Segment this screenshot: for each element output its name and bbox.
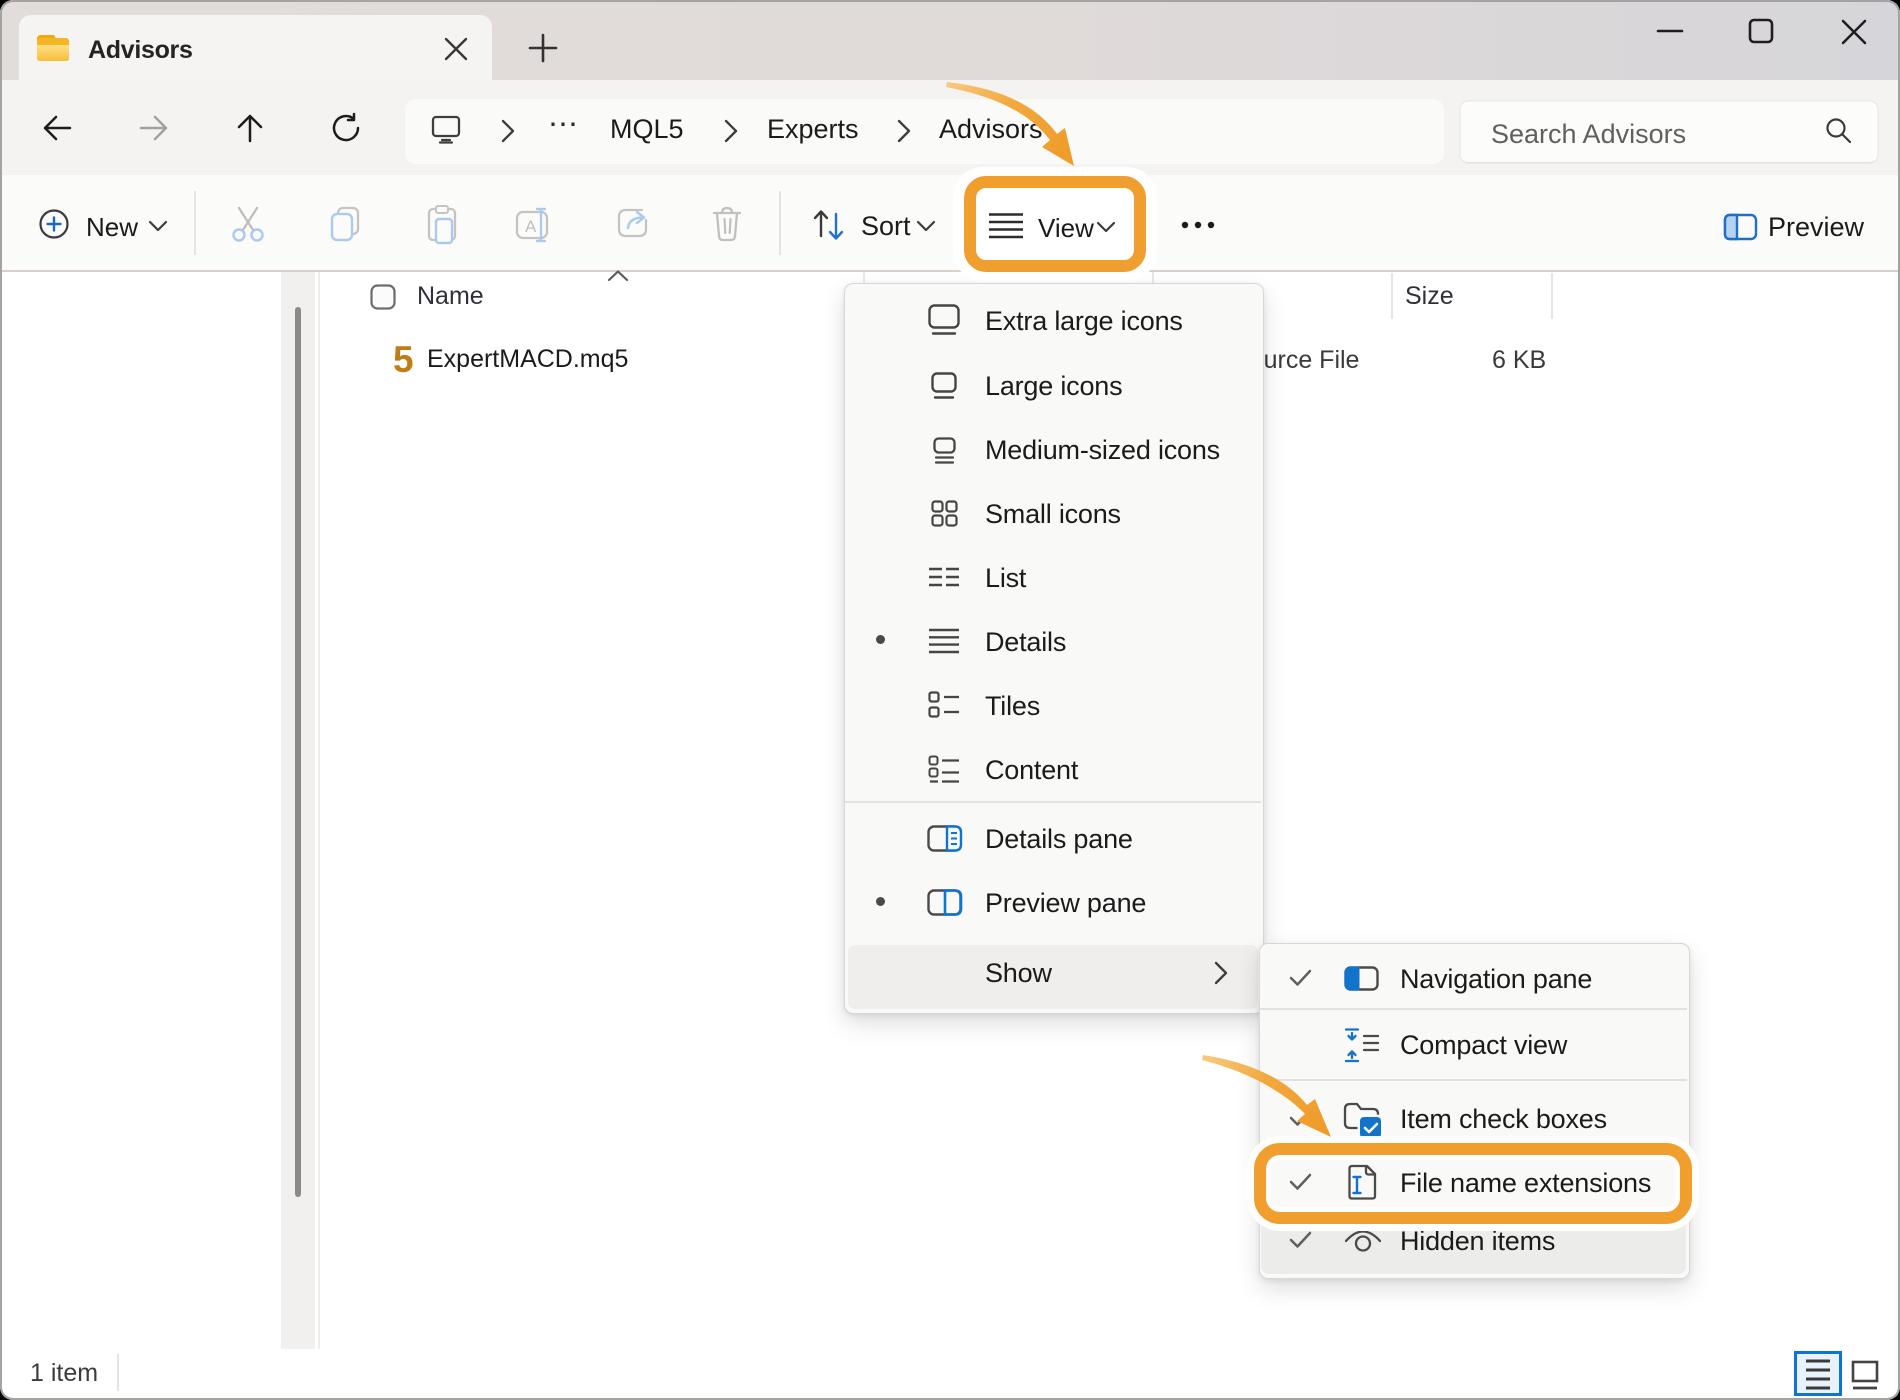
svg-text:A: A	[525, 217, 537, 236]
